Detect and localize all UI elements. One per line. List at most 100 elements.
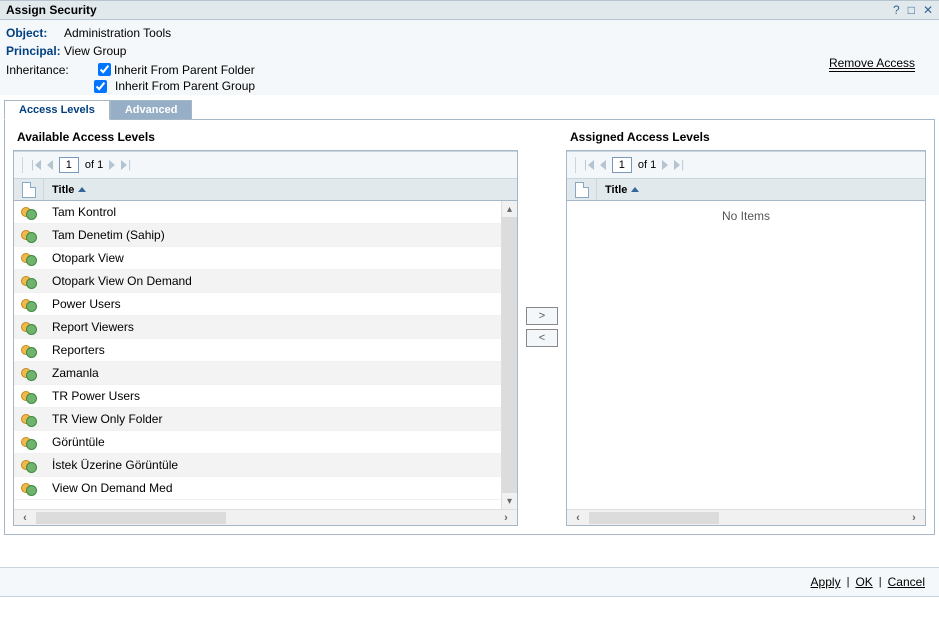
available-list: Tam Kontrol Tam Denetim (Sahip) Otopark Vi… xyxy=(14,201,501,509)
access-level-icon xyxy=(21,319,37,335)
list-item-label: Görüntüle xyxy=(44,435,501,449)
vertical-scrollbar[interactable]: ▴ ▾ xyxy=(501,201,517,509)
access-level-icon xyxy=(21,204,37,220)
available-toolbar: of 1 xyxy=(14,151,517,179)
inherit-parent-group-label: Inherit From Parent Group xyxy=(115,79,255,93)
page-first-icon[interactable] xyxy=(584,159,594,171)
page-input[interactable] xyxy=(612,157,632,173)
ok-button[interactable]: OK xyxy=(855,575,872,589)
footer: Apply | OK | Cancel xyxy=(0,567,939,597)
maximize-icon[interactable]: □ xyxy=(908,3,915,17)
access-level-icon xyxy=(21,411,37,427)
tab-access-levels[interactable]: Access Levels xyxy=(4,100,110,120)
list-item-label: İstek Üzerine Görüntüle xyxy=(44,458,501,472)
access-level-icon xyxy=(21,342,37,358)
scroll-down-icon[interactable]: ▾ xyxy=(502,493,517,509)
dialog-title: Assign Security xyxy=(6,3,893,17)
list-item-label: Reporters xyxy=(44,343,501,357)
list-item[interactable]: View On Demand Med xyxy=(14,477,501,500)
list-item[interactable]: Zamanla xyxy=(14,362,501,385)
available-title: Available Access Levels xyxy=(13,128,518,150)
page-last-icon[interactable] xyxy=(674,159,684,171)
content-area: Available Access Levels of 1 Titl xyxy=(4,119,935,535)
document-icon xyxy=(22,182,36,198)
move-right-button[interactable]: > xyxy=(526,307,558,325)
access-level-icon xyxy=(21,388,37,404)
list-item-label: TR View Only Folder xyxy=(44,412,501,426)
inherit-parent-group-checkbox[interactable] xyxy=(94,80,107,93)
assigned-column-header: Title xyxy=(567,179,925,201)
scroll-up-icon[interactable]: ▴ xyxy=(502,201,517,217)
page-last-icon[interactable] xyxy=(121,159,131,171)
title-column-header[interactable]: Title xyxy=(44,184,94,196)
scroll-left-icon[interactable]: ‹ xyxy=(567,512,589,524)
cancel-button[interactable]: Cancel xyxy=(888,575,925,589)
list-item[interactable]: Görüntüle xyxy=(14,431,501,454)
scroll-left-icon[interactable]: ‹ xyxy=(14,512,36,524)
assigned-list: No Items xyxy=(567,201,925,509)
page-next-icon[interactable] xyxy=(662,160,668,170)
sort-asc-icon xyxy=(631,187,639,192)
page-input[interactable] xyxy=(59,157,79,173)
list-item-label: Otopark View On Demand xyxy=(44,274,501,288)
scroll-right-icon[interactable]: › xyxy=(903,512,925,524)
inherit-parent-folder-label: Inherit From Parent Folder xyxy=(114,63,255,77)
list-item[interactable]: Tam Kontrol xyxy=(14,201,501,224)
close-icon[interactable]: ✕ xyxy=(923,3,933,17)
list-item[interactable]: Power Users xyxy=(14,293,501,316)
inheritance-label: Inheritance: xyxy=(6,63,94,77)
list-item-label: Power Users xyxy=(44,297,501,311)
access-level-icon xyxy=(21,273,37,289)
list-item-label: View On Demand Med xyxy=(44,481,501,495)
list-item[interactable]: Report Viewers xyxy=(14,316,501,339)
assigned-toolbar: of 1 xyxy=(567,151,925,179)
no-items-label: No Items xyxy=(567,201,925,231)
horizontal-scrollbar[interactable]: ‹ › xyxy=(14,509,517,525)
object-value: Administration Tools xyxy=(64,26,171,40)
access-level-icon xyxy=(21,250,37,266)
page-prev-icon[interactable] xyxy=(600,160,606,170)
available-column-header: Title xyxy=(14,179,517,201)
move-left-button[interactable]: < xyxy=(526,329,558,347)
hscroll-thumb[interactable] xyxy=(589,512,719,524)
access-level-icon xyxy=(21,480,37,496)
access-level-icon xyxy=(21,434,37,450)
access-level-icon xyxy=(21,227,37,243)
transfer-buttons: > < xyxy=(526,128,558,526)
principal-label: Principal: xyxy=(6,44,64,58)
inherit-parent-folder-checkbox[interactable] xyxy=(98,63,111,76)
list-item-label: Tam Denetim (Sahip) xyxy=(44,228,501,242)
list-item[interactable]: TR Power Users xyxy=(14,385,501,408)
list-item[interactable]: TR View Only Folder xyxy=(14,408,501,431)
list-item-label: Zamanla xyxy=(44,366,501,380)
page-of-label: of 1 xyxy=(85,159,103,171)
object-label: Object: xyxy=(6,26,64,40)
list-item[interactable]: İstek Üzerine Görüntüle xyxy=(14,454,501,477)
sort-asc-icon xyxy=(78,187,86,192)
page-next-icon[interactable] xyxy=(109,160,115,170)
page-first-icon[interactable] xyxy=(31,159,41,171)
horizontal-scrollbar[interactable]: ‹ › xyxy=(567,509,925,525)
titlebar: Assign Security ? □ ✕ xyxy=(0,0,939,20)
access-level-icon xyxy=(21,365,37,381)
list-item[interactable]: Tam Denetim (Sahip) xyxy=(14,224,501,247)
apply-button[interactable]: Apply xyxy=(811,575,841,589)
title-column-header[interactable]: Title xyxy=(597,184,647,196)
list-item-label: Otopark View xyxy=(44,251,501,265)
scroll-thumb[interactable] xyxy=(502,217,517,493)
list-item[interactable]: Otopark View xyxy=(14,247,501,270)
remove-access-link[interactable]: Remove Access xyxy=(829,56,915,72)
help-icon[interactable]: ? xyxy=(893,3,900,17)
hscroll-thumb[interactable] xyxy=(36,512,226,524)
header: Object: Administration Tools Principal: … xyxy=(0,20,939,95)
list-item[interactable]: Otopark View On Demand xyxy=(14,270,501,293)
principal-value: View Group xyxy=(64,44,126,58)
access-level-icon xyxy=(21,457,37,473)
assigned-title: Assigned Access Levels xyxy=(566,128,926,150)
list-item[interactable]: Reporters xyxy=(14,339,501,362)
scroll-right-icon[interactable]: › xyxy=(495,512,517,524)
document-icon xyxy=(575,182,589,198)
tab-advanced[interactable]: Advanced xyxy=(110,100,193,120)
page-of-label: of 1 xyxy=(638,159,656,171)
page-prev-icon[interactable] xyxy=(47,160,53,170)
